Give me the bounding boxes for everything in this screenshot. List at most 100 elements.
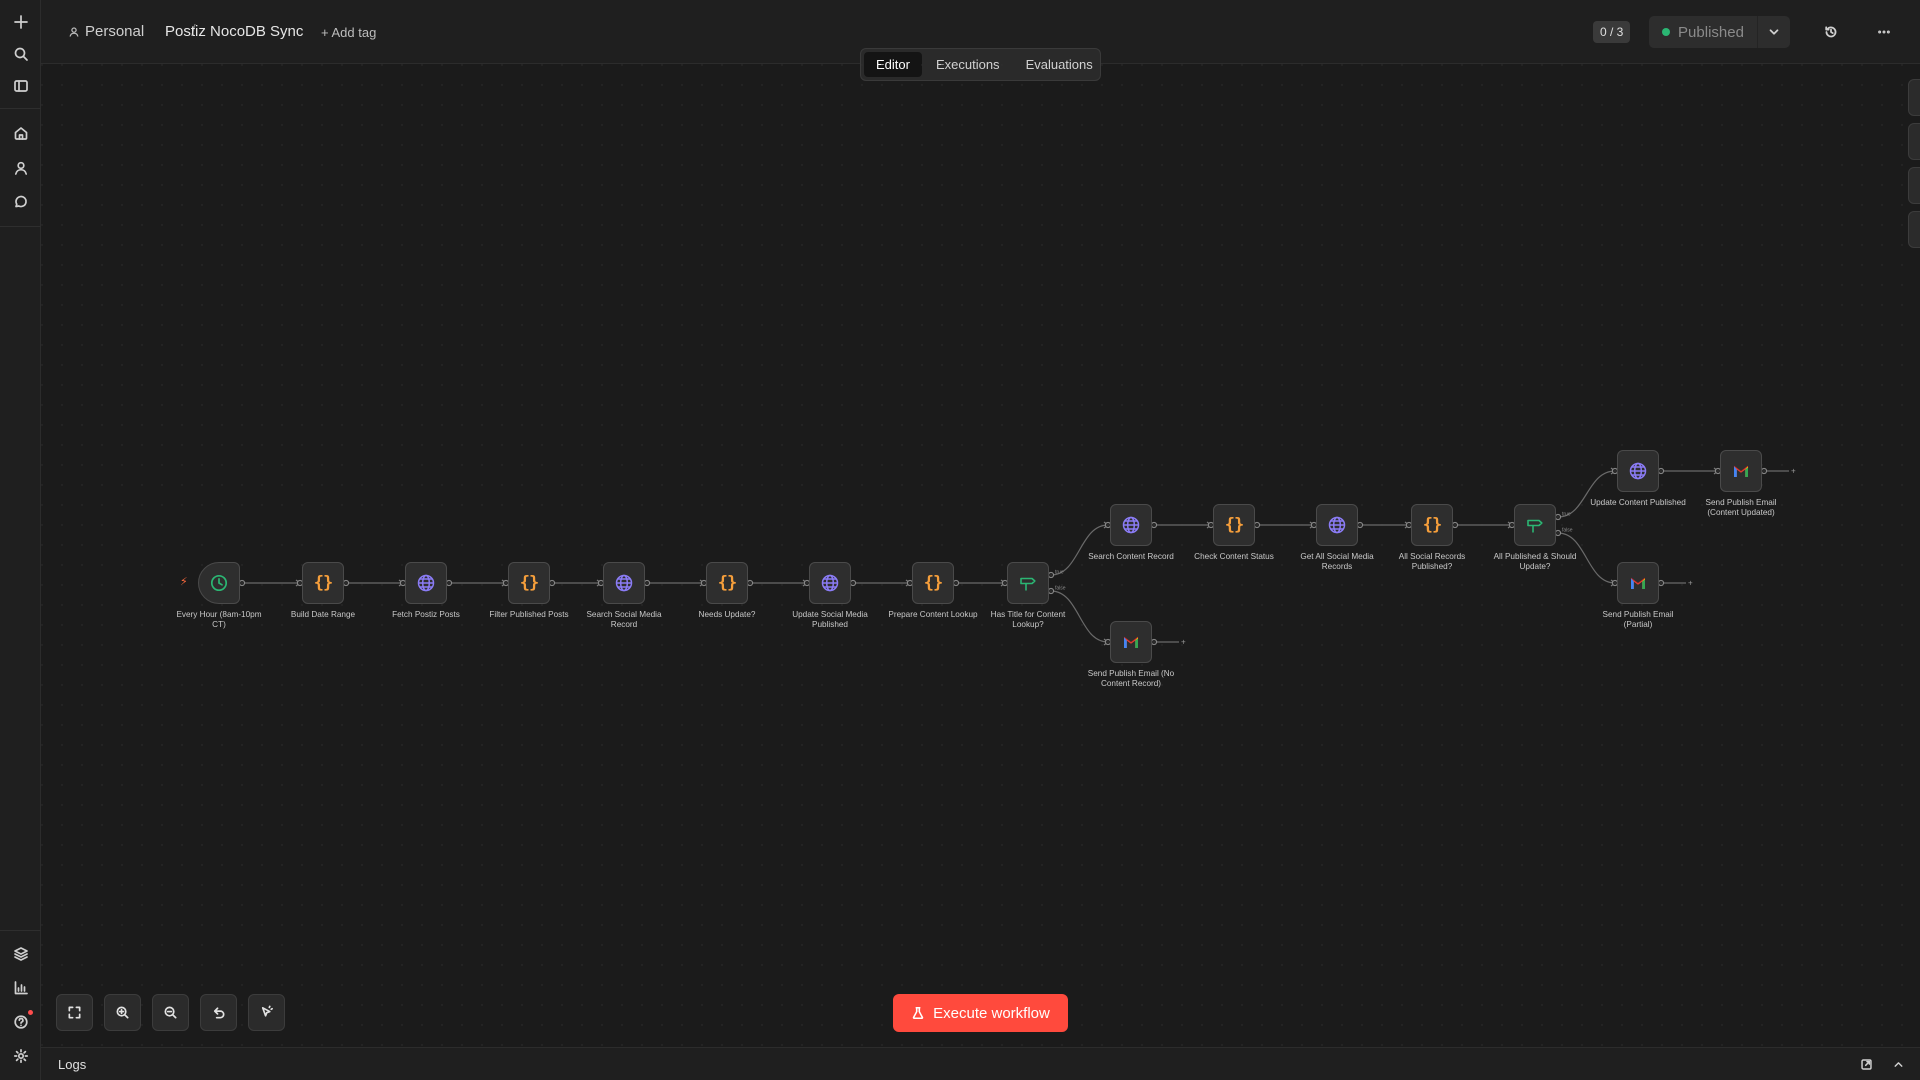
- output-handle[interactable]: [1657, 579, 1665, 587]
- settings-gear-icon[interactable]: [8, 1043, 33, 1068]
- node-label: Get All Social Media Records: [1300, 552, 1374, 571]
- connections-layer: true false true false + + +: [41, 64, 1920, 1047]
- workflow-node[interactable]: [1720, 450, 1762, 492]
- code-braces-icon: {}: [717, 573, 738, 593]
- add-tag-button[interactable]: + Add tag: [321, 25, 376, 40]
- node-label: Check Content Status: [1194, 552, 1274, 561]
- tidy-up-button[interactable]: [248, 994, 285, 1031]
- workflow-node[interactable]: [1514, 504, 1556, 546]
- zoom-out-button[interactable]: [152, 994, 189, 1031]
- output-handle[interactable]: [849, 579, 857, 587]
- pop-out-logs-icon[interactable]: [1858, 1056, 1874, 1072]
- node-label: Update Content Published: [1590, 498, 1686, 507]
- workflow-canvas[interactable]: true false true false + + + ⚡ Every Hour (8am-…: [41, 64, 1920, 1047]
- workflow-node[interactable]: [603, 562, 645, 604]
- workflow-node[interactable]: {}: [1213, 504, 1255, 546]
- version-history-icon[interactable]: [1819, 20, 1843, 44]
- output-handle[interactable]: [342, 579, 350, 587]
- add-next-node-plus[interactable]: +: [1181, 638, 1186, 647]
- workflow-node[interactable]: [1110, 621, 1152, 663]
- output-handle[interactable]: [1047, 587, 1055, 595]
- user-icon[interactable]: [8, 155, 33, 180]
- gmail-icon: [1628, 573, 1648, 593]
- branch-label: true: [1055, 570, 1064, 576]
- code-braces-icon: {}: [923, 573, 944, 593]
- globe-icon: [1327, 515, 1347, 535]
- insights-icon[interactable]: [8, 975, 33, 1000]
- output-handle[interactable]: [1150, 521, 1158, 529]
- workflow-node[interactable]: [1617, 450, 1659, 492]
- output-handle[interactable]: [1657, 467, 1665, 475]
- branch-label: false: [1562, 528, 1573, 534]
- project-name: Personal: [85, 23, 145, 40]
- output-handle[interactable]: [1554, 529, 1562, 537]
- add-node-button[interactable]: [1908, 79, 1920, 116]
- create-plus-icon[interactable]: [8, 9, 33, 34]
- output-handle[interactable]: [746, 579, 754, 587]
- zoom-in-button[interactable]: [104, 994, 141, 1031]
- logs-panel[interactable]: Logs: [41, 1047, 1920, 1080]
- output-handle[interactable]: [1760, 467, 1768, 475]
- output-handle[interactable]: [1253, 521, 1261, 529]
- left-rail: [0, 0, 41, 1080]
- node-label: Filter Published Posts: [489, 610, 569, 619]
- add-sticky-note-button[interactable]: [1908, 167, 1920, 204]
- rail-divider: [0, 108, 41, 109]
- node-label: Send Publish Email (No Content Record): [1087, 669, 1175, 688]
- production-checklist-counter[interactable]: 0 / 3: [1593, 21, 1631, 43]
- add-next-node-plus[interactable]: +: [1791, 467, 1796, 476]
- output-handle[interactable]: [1554, 513, 1562, 521]
- output-handle[interactable]: [643, 579, 651, 587]
- globe-icon: [614, 573, 634, 593]
- rail-divider: [0, 226, 41, 227]
- code-braces-icon: {}: [313, 573, 334, 593]
- output-handle[interactable]: [445, 579, 453, 587]
- gmail-icon: [1121, 632, 1141, 652]
- workflow-node[interactable]: [1110, 504, 1152, 546]
- workflow-node[interactable]: [1316, 504, 1358, 546]
- more-options-icon[interactable]: [1872, 20, 1896, 44]
- workflow-node[interactable]: [198, 562, 240, 604]
- publish-options-button[interactable]: [1758, 16, 1790, 48]
- workflow-node[interactable]: [405, 562, 447, 604]
- workflow-node[interactable]: {}: [1411, 504, 1453, 546]
- home-icon[interactable]: [8, 120, 33, 145]
- workflow-node[interactable]: {}: [302, 562, 344, 604]
- branch-label: true: [1562, 512, 1571, 518]
- workflow-node[interactable]: [1007, 562, 1049, 604]
- output-handle[interactable]: [1356, 521, 1364, 529]
- signpost-icon: [1525, 515, 1545, 535]
- output-handle[interactable]: [548, 579, 556, 587]
- workflow-node[interactable]: {}: [508, 562, 550, 604]
- collapse-sidebar-icon[interactable]: [8, 73, 33, 98]
- output-handle[interactable]: [1150, 638, 1158, 646]
- output-handle[interactable]: [238, 579, 246, 587]
- execute-workflow-button[interactable]: Execute workflow: [893, 994, 1068, 1032]
- toggle-panel-button[interactable]: [1908, 211, 1920, 248]
- output-handle[interactable]: [952, 579, 960, 587]
- trigger-bolt-icon: ⚡: [180, 576, 188, 588]
- workflow-title[interactable]: Postiz NocoDB Sync: [165, 23, 303, 40]
- expand-logs-chevron-icon[interactable]: [1890, 1056, 1906, 1072]
- workflow-node[interactable]: [809, 562, 851, 604]
- node-label: Send Publish Email (Partial): [1602, 610, 1674, 629]
- search-nodes-button[interactable]: [1908, 123, 1920, 160]
- search-icon[interactable]: [8, 41, 33, 66]
- workflow-node[interactable]: [1617, 562, 1659, 604]
- help-icon[interactable]: [8, 1009, 33, 1034]
- fit-view-button[interactable]: [56, 994, 93, 1031]
- workflow-node[interactable]: {}: [706, 562, 748, 604]
- published-button[interactable]: Published: [1649, 16, 1758, 48]
- output-handle[interactable]: [1047, 571, 1055, 579]
- undo-button[interactable]: [200, 994, 237, 1031]
- user-icon: [69, 26, 79, 37]
- published-label: Published: [1678, 23, 1744, 41]
- chat-icon[interactable]: [8, 189, 33, 214]
- breadcrumb-project[interactable]: Personal: [68, 23, 144, 40]
- output-handle[interactable]: [1451, 521, 1459, 529]
- workflow-node[interactable]: {}: [912, 562, 954, 604]
- fit-view-icon: [68, 1006, 81, 1019]
- add-next-node-plus[interactable]: +: [1688, 579, 1693, 588]
- publish-control: Published: [1649, 16, 1790, 48]
- templates-icon[interactable]: [8, 941, 33, 966]
